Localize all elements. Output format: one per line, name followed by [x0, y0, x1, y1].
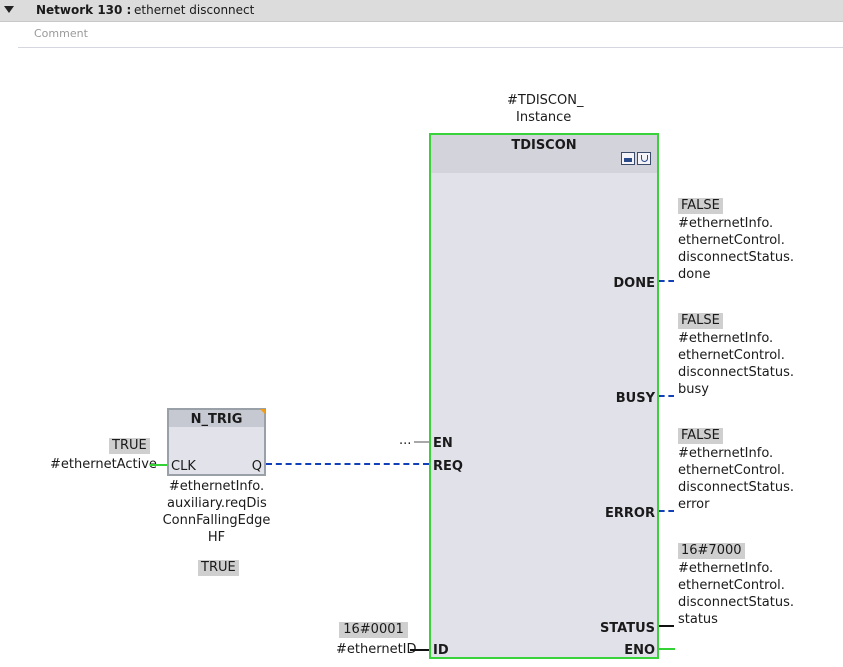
- pin-done-label: DONE: [613, 276, 655, 291]
- error-wire: [659, 510, 674, 512]
- pin-q-label: Q: [251, 459, 262, 474]
- ethernet-active-operand[interactable]: #ethernetActive: [50, 456, 157, 473]
- eno-wire: [659, 648, 675, 650]
- pin-eno-label: ENO: [624, 643, 655, 658]
- edge-memory-line4[interactable]: HF: [167, 529, 266, 546]
- instance-db-name-line2[interactable]: Instance: [516, 109, 571, 126]
- en-wire: [414, 441, 429, 443]
- ntrig-block[interactable]: N_TRIG CLK Q: [167, 408, 266, 476]
- done-operand-line2[interactable]: ethernetControl.: [678, 232, 785, 249]
- id-wire: [410, 649, 429, 651]
- pin-id-label: ID: [433, 643, 449, 658]
- network-comment-field[interactable]: Comment: [34, 27, 88, 40]
- done-value: FALSE: [678, 198, 723, 214]
- done-operand-line1[interactable]: #ethernetInfo.: [678, 215, 773, 232]
- edge-memory-line1[interactable]: #ethernetInfo.: [167, 478, 266, 495]
- error-operand-line2[interactable]: ethernetControl.: [678, 462, 785, 479]
- busy-operand-line4[interactable]: busy: [678, 381, 709, 398]
- done-operand-line4[interactable]: done: [678, 266, 710, 283]
- done-wire: [659, 280, 674, 282]
- edge-memory-line2[interactable]: auxiliary.reqDis: [167, 495, 267, 512]
- pin-error-label: ERROR: [605, 506, 655, 521]
- instance-db-name-line1[interactable]: #TDISCON_: [507, 92, 583, 109]
- edge-memory-value: TRUE: [198, 560, 239, 576]
- comment-divider: [18, 47, 843, 48]
- busy-operand-line2[interactable]: ethernetControl.: [678, 347, 785, 364]
- status-operand-line3[interactable]: disconnectStatus.: [678, 594, 794, 611]
- pin-clk-label: CLK: [171, 459, 196, 474]
- busy-operand-line1[interactable]: #ethernetInfo.: [678, 330, 773, 347]
- status-operand-line1[interactable]: #ethernetInfo.: [678, 560, 773, 577]
- clk-wire: [150, 464, 167, 466]
- error-value: FALSE: [678, 428, 723, 444]
- q-to-req-wire: [266, 463, 429, 465]
- status-wire: [659, 625, 674, 627]
- ethernet-active-value: TRUE: [109, 438, 150, 454]
- error-operand-line3[interactable]: disconnectStatus.: [678, 479, 794, 496]
- network-number: Network 130 :: [36, 3, 132, 17]
- edge-memory-line3[interactable]: ConnFallingEdge: [152, 512, 281, 529]
- status-operand-line2[interactable]: ethernetControl.: [678, 577, 785, 594]
- error-operand-line1[interactable]: #ethernetInfo.: [678, 445, 773, 462]
- status-operand-line4[interactable]: status: [678, 611, 718, 628]
- instance-db-icon[interactable]: [621, 152, 635, 165]
- pin-en-label: EN: [433, 436, 453, 451]
- ethernet-id-operand[interactable]: #ethernetID: [336, 641, 417, 658]
- ethernet-id-value: 16#0001: [339, 622, 408, 638]
- pin-status-label: STATUS: [599, 621, 655, 636]
- tdiscon-block[interactable]: TDISCON EN REQ ID DONE BUSY ERROR STATUS…: [429, 133, 659, 659]
- pin-busy-label: BUSY: [615, 391, 655, 406]
- busy-operand-line3[interactable]: disconnectStatus.: [678, 364, 794, 381]
- edge-marker-icon: [260, 409, 265, 414]
- error-operand-line4[interactable]: error: [678, 496, 709, 513]
- pin-req-label: REQ: [433, 459, 463, 474]
- busy-value: FALSE: [678, 313, 723, 329]
- en-connection-placeholder[interactable]: ...: [399, 432, 411, 449]
- done-operand-line3[interactable]: disconnectStatus.: [678, 249, 794, 266]
- network-title[interactable]: ethernet disconnect: [134, 3, 254, 17]
- diagnostics-icon[interactable]: [637, 152, 651, 165]
- busy-wire: [659, 395, 674, 397]
- collapse-arrow-icon[interactable]: [4, 6, 14, 13]
- status-value: 16#7000: [678, 543, 745, 559]
- ntrig-name: N_TRIG: [190, 412, 243, 427]
